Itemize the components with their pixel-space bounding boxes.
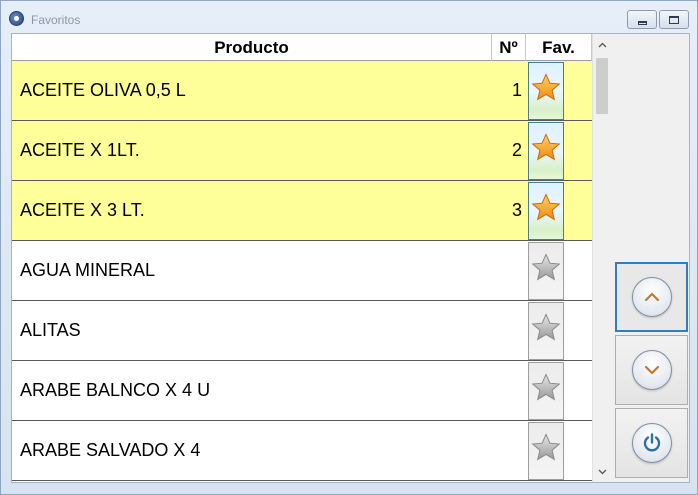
favorite-toggle-button[interactable] xyxy=(528,301,564,360)
favorite-cell xyxy=(526,121,592,180)
favorite-cell xyxy=(526,421,592,480)
favorite-toggle-button[interactable] xyxy=(528,61,564,120)
product-name-cell: ACEITE OLIVA 0,5 L xyxy=(20,80,186,100)
product-name-cell: ACEITE X 1LT. xyxy=(20,140,140,160)
maximize-button[interactable] xyxy=(659,10,689,29)
scroll-down-arrow[interactable] xyxy=(593,463,610,480)
favorite-toggle-button[interactable] xyxy=(528,421,564,480)
favorite-cell xyxy=(526,361,592,420)
minimize-icon xyxy=(637,20,647,25)
favorite-number-cell xyxy=(492,361,526,420)
table-row[interactable]: ARABE BALNCO X 4 U xyxy=(12,361,592,421)
star-empty-icon xyxy=(530,432,562,469)
star-empty-icon xyxy=(530,252,562,289)
power-icon xyxy=(631,423,672,463)
favorite-number-cell xyxy=(492,241,526,300)
favorite-toggle-button[interactable] xyxy=(528,361,564,420)
title-bar: Favoritos xyxy=(1,1,697,33)
star-filled-icon xyxy=(530,132,562,169)
favorite-cell xyxy=(526,241,592,300)
table-row[interactable]: ACEITE OLIVA 0,5 L 1 xyxy=(12,61,592,121)
table-row[interactable]: AGUA MINERAL xyxy=(12,241,592,301)
page-down-button[interactable] xyxy=(615,335,688,405)
window-title: Favoritos xyxy=(31,13,81,27)
favoritos-window: Favoritos Producto Nº Fav. ACEITE OLIVA … xyxy=(0,0,698,495)
table-row[interactable]: ARABE SALVADO X 4 xyxy=(12,421,592,481)
close-power-button[interactable] xyxy=(615,408,688,478)
product-name-cell: AGUA MINERAL xyxy=(20,260,156,280)
chevron-up-icon xyxy=(631,277,672,317)
favorite-number-cell xyxy=(492,301,526,360)
table-body: ACEITE OLIVA 0,5 L 1 ACEITE X 1LT. 2 ACEITE … xyxy=(12,61,592,481)
favorite-number-cell xyxy=(492,421,526,480)
product-name-cell: ARABE SALVADO X 4 xyxy=(20,440,201,460)
favorite-number-cell: 3 xyxy=(511,200,522,220)
star-empty-icon xyxy=(530,372,562,409)
star-empty-icon xyxy=(530,312,562,349)
table-row[interactable]: ACEITE X 3 LT. 3 xyxy=(12,181,592,241)
favorite-cell xyxy=(526,301,592,360)
scroll-up-arrow[interactable] xyxy=(593,36,610,53)
star-filled-icon xyxy=(530,72,562,109)
app-icon xyxy=(9,11,24,26)
scrollbar-thumb[interactable] xyxy=(596,58,608,114)
product-name-cell: ACEITE X 3 LT. xyxy=(20,200,145,220)
star-filled-icon xyxy=(530,192,562,229)
favorite-cell xyxy=(526,181,592,240)
favorite-toggle-button[interactable] xyxy=(528,121,564,180)
favorite-toggle-button[interactable] xyxy=(528,241,564,300)
side-panel xyxy=(614,34,689,482)
content-area: Producto Nº Fav. ACEITE OLIVA 0,5 L 1 ACEI… xyxy=(11,33,690,483)
table-row[interactable]: ACEITE X 1LT. 2 xyxy=(12,121,592,181)
maximize-icon xyxy=(669,15,679,24)
product-name-cell: ARABE BALNCO X 4 U xyxy=(20,380,211,400)
chevron-down-icon xyxy=(631,350,672,390)
table-row[interactable]: ALITAS xyxy=(12,301,592,361)
favorite-cell xyxy=(526,61,592,120)
window-controls xyxy=(627,10,689,29)
column-header-product[interactable]: Producto xyxy=(12,34,492,61)
minimize-button[interactable] xyxy=(627,10,657,29)
page-up-button[interactable] xyxy=(615,262,688,332)
table-header: Producto Nº Fav. xyxy=(12,34,592,61)
favorite-number-cell: 1 xyxy=(511,80,522,100)
column-header-number[interactable]: Nº xyxy=(492,34,526,61)
column-header-favorite[interactable]: Fav. xyxy=(526,34,592,61)
product-name-cell: ALITAS xyxy=(20,320,81,340)
favorite-number-cell: 2 xyxy=(511,140,522,160)
favorites-table: Producto Nº Fav. ACEITE OLIVA 0,5 L 1 ACEI… xyxy=(12,34,610,482)
favorite-toggle-button[interactable] xyxy=(528,181,564,240)
vertical-scrollbar[interactable] xyxy=(592,34,610,482)
